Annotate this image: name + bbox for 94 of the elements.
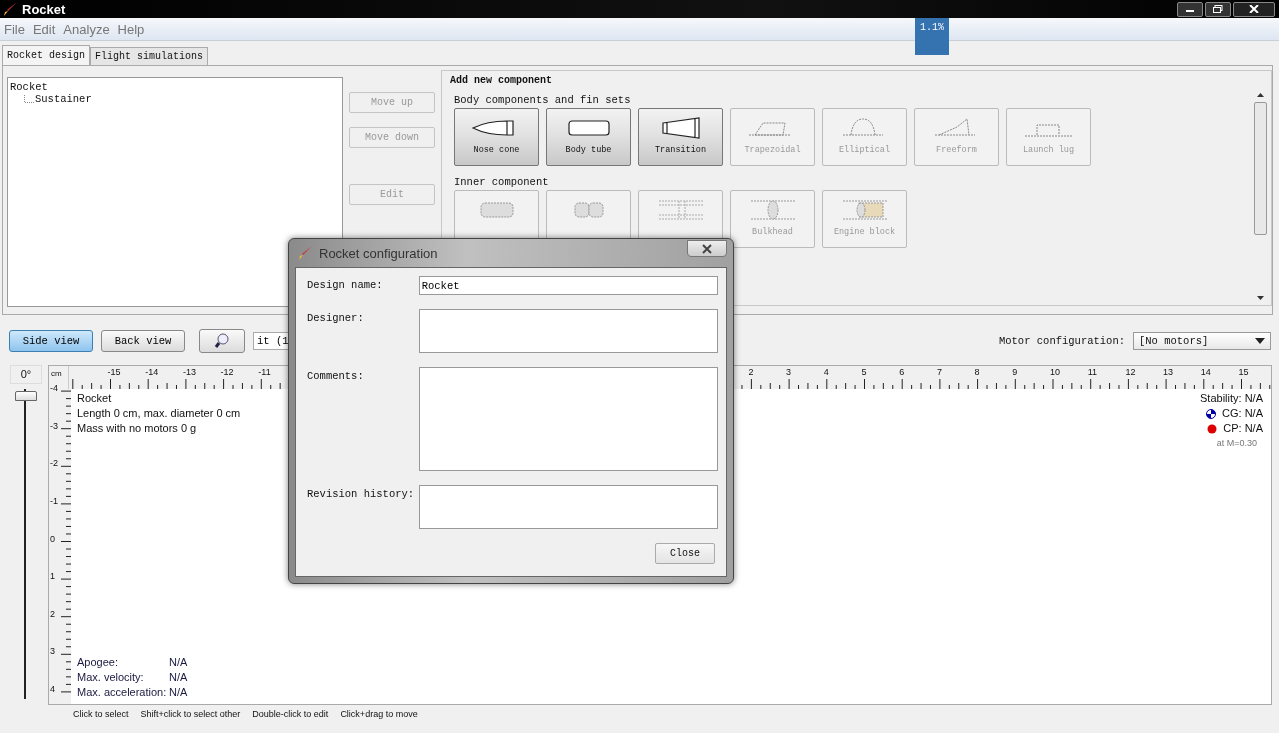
ruler-label: -12: [220, 367, 234, 377]
motor-configuration-label: Motor configuration:: [998, 335, 1125, 347]
ruler-label: 8: [974, 367, 980, 377]
ruler-label: -2: [50, 458, 58, 469]
rocket-icon: [2, 1, 18, 17]
scroll-up-icon[interactable]: [1255, 92, 1265, 98]
text-area[interactable]: [418, 367, 718, 471]
ruler-label: -1: [50, 495, 58, 506]
ruler-label: -15: [107, 367, 121, 377]
close-icon: [1249, 5, 1259, 13]
close-button[interactable]: [687, 240, 727, 257]
ruler-label: 1: [50, 571, 55, 582]
cp-icon: [1207, 423, 1218, 434]
window-title: Rocket: [22, 1, 66, 17]
stability-text: Stability: N/A: [1200, 391, 1263, 406]
hint-text: Click to select: [73, 709, 129, 719]
ruler-label: 14: [1200, 367, 1211, 377]
slider-thumb[interactable]: [15, 391, 37, 401]
cg-text: CG: N/A: [1222, 406, 1263, 421]
text-area[interactable]: [418, 309, 718, 353]
field-label: Comments:: [307, 369, 365, 382]
ruler-label: 15: [1238, 367, 1249, 377]
section-heading: Body components and fin sets: [454, 94, 632, 106]
component-button[interactable]: Body tube: [546, 108, 631, 166]
close-button[interactable]: [1233, 1, 1275, 17]
view-button[interactable]: Side view: [9, 330, 93, 352]
ruler-label: 4: [823, 367, 829, 377]
cp-text: CP: N/A: [1223, 421, 1263, 436]
zoom-button[interactable]: [199, 329, 245, 353]
hint-text: Shift+click to select other: [140, 709, 241, 719]
angle-readout: 0°: [10, 365, 42, 384]
info-text: Mass with no motors 0 g: [77, 421, 198, 436]
menu-item[interactable]: Analyze: [63, 21, 110, 37]
menu-item[interactable]: Edit: [32, 21, 56, 37]
ruler-label: 4: [50, 683, 55, 694]
tree-branch-icon: [24, 95, 34, 105]
ruler-label: 0: [50, 533, 55, 544]
menu-item[interactable]: File: [4, 21, 25, 37]
ruler-label: 13: [1163, 367, 1174, 377]
caret-icon: [1255, 338, 1265, 344]
stat-label: Max. acceleration:: [77, 685, 168, 700]
tab[interactable]: Rocket design: [2, 45, 90, 65]
ruler-label: -14: [145, 367, 159, 377]
ruler-label: 11: [1087, 367, 1098, 377]
rocket-icon: [297, 245, 313, 261]
text-area[interactable]: [418, 485, 718, 529]
ruler-label: 2: [748, 367, 754, 377]
scroll-down-icon[interactable]: [1255, 295, 1265, 301]
tab[interactable]: Flight simulations: [90, 47, 209, 65]
close-icon: [701, 243, 713, 254]
tree-item[interactable]: Rocket: [10, 81, 340, 93]
stat-label: Max. velocity:: [77, 670, 145, 685]
stat-value: N/A: [169, 670, 188, 685]
component-button[interactable]: Transition: [638, 108, 723, 166]
info-text: Length 0 cm, max. diameter 0 cm: [77, 406, 241, 421]
mach-text: at M=0.30: [1216, 437, 1257, 450]
restore-button[interactable]: [1205, 1, 1231, 17]
field-label: Revision history:: [307, 487, 416, 500]
ruler-label: 2: [50, 608, 55, 619]
field-label: Designer:: [307, 311, 365, 324]
panel-title: Add new component: [449, 74, 554, 88]
hint-text: Double-click to edit: [252, 709, 329, 719]
stat-value: N/A: [169, 685, 188, 700]
ruler-label: -13: [182, 367, 196, 377]
menu-item[interactable]: Help: [117, 21, 145, 37]
ruler-label: -11: [258, 367, 271, 377]
section-heading: Inner component: [454, 176, 550, 188]
dialog-title: Rocket configuration: [319, 245, 438, 261]
motor-dropdown[interactable]: [No motors]: [1133, 332, 1271, 350]
field-label: Design name:: [307, 278, 384, 291]
minimize-button[interactable]: [1177, 1, 1203, 17]
ruler-label: 7: [936, 367, 942, 377]
tree-item[interactable]: Sustainer: [35, 93, 92, 105]
stat-label: Apogee:: [77, 655, 119, 670]
text-field[interactable]: Rocket: [418, 276, 718, 295]
ruler-label: -4: [50, 383, 58, 394]
ruler-label: 10: [1050, 367, 1060, 377]
info-text: Rocket: [77, 391, 113, 406]
progress-indicator: 1.1%: [915, 18, 949, 55]
magnifier-icon: [213, 332, 231, 350]
close-button[interactable]: Close: [655, 543, 715, 564]
view-button[interactable]: Back view: [101, 330, 185, 352]
hint-text: Click+drag to move: [340, 709, 418, 719]
restore-icon: [1213, 5, 1223, 13]
cg-icon: [1206, 408, 1217, 419]
ruler-label: 5: [861, 367, 867, 377]
ruler-label: 3: [50, 646, 55, 657]
component-button[interactable]: Nose cone: [454, 108, 539, 166]
ruler-label: 6: [899, 367, 905, 377]
ruler-label: 9: [1012, 367, 1018, 377]
ruler-label: -3: [50, 420, 58, 431]
stat-value: N/A: [169, 655, 188, 670]
ruler-label: 12: [1125, 367, 1136, 377]
ruler-label: 3: [786, 367, 792, 377]
